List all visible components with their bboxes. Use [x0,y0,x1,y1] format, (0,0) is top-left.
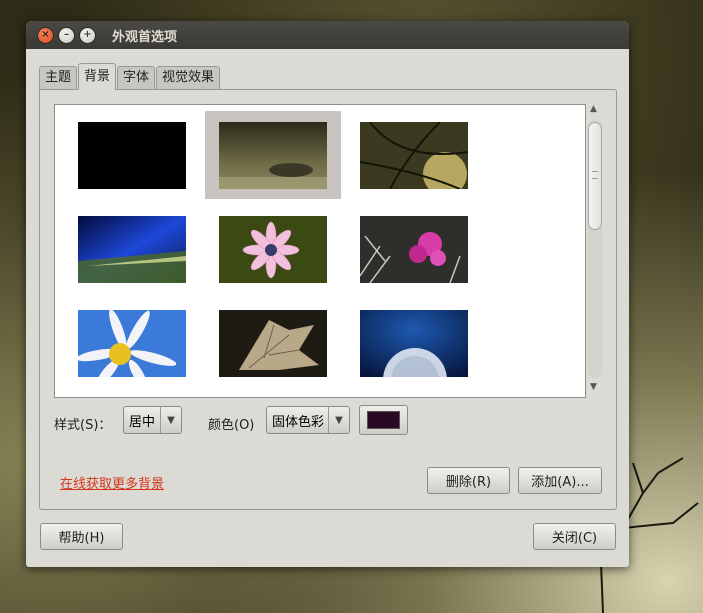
color-swatch [367,411,400,429]
delete-button[interactable]: 删除(R) [427,467,510,494]
chevron-down-icon: ▼ [160,407,181,433]
scroll-up-icon[interactable]: ▲ [590,104,597,114]
style-label: 样式(S)： [54,418,112,433]
tab-bar: 主题 背景 字体 视觉效果 [39,63,221,90]
style-value: 居中 [129,414,156,430]
thumbnail-cell[interactable] [346,205,482,293]
title-bar: × – + 外观首选项 [26,21,629,49]
chevron-down-icon: ▼ [328,407,349,433]
pink-daisy-wallpaper [219,215,327,283]
close-icon[interactable]: × [37,26,54,44]
gallery-scrollbar[interactable]: ▲ ▼ [587,104,603,396]
tab-background[interactable]: 背景 [78,63,117,90]
color-mode-combobox[interactable]: 固体色彩 ▼ [266,406,350,434]
thumbnail-cell[interactable] [346,299,482,387]
wallpaper-gallery[interactable] [54,104,586,398]
white-daisy-wallpaper [78,309,186,377]
thumbnail-cell[interactable] [205,299,341,387]
color-label: 颜色(O) [208,418,255,433]
color-picker-button[interactable] [359,405,408,435]
get-more-backgrounds-link[interactable]: 在线获取更多背景 [60,473,164,492]
grip-icon [592,171,598,179]
dandelion-wallpaper [360,309,468,377]
dewy-leaf-wallpaper [219,309,327,377]
magenta-flower-wallpaper [360,215,468,283]
background-panel: ▲ ▼ 样式(S)： 居中 ▼ 颜色(O) 固体色彩 ▼ 在线获取更多背景 删除… [39,89,617,510]
add-button[interactable]: 添加(A)... [518,467,602,494]
thumbnail-cell[interactable] [64,299,200,387]
close-button[interactable]: 关闭(C) [533,523,616,550]
help-button[interactable]: 帮助(H) [40,523,123,550]
thumbnail-cell-selected[interactable] [205,111,341,199]
dark-lake-clouds-wallpaper [219,121,327,189]
tab-fonts[interactable]: 字体 [117,66,156,90]
blue-light-streak-wallpaper [78,215,186,283]
thumbnail-cell[interactable] [64,205,200,293]
tree-branches-wallpaper [360,121,468,189]
thumbnail-cell[interactable] [64,111,200,199]
window-title: 外观首选项 [112,29,178,45]
maximize-icon[interactable]: + [79,26,96,44]
solid-black-wallpaper [78,121,186,189]
scroll-down-icon[interactable]: ▼ [590,382,597,392]
thumbnail-cell[interactable] [205,205,341,293]
appearance-preferences-window: × – + 外观首选项 主题 背景 字体 视觉效果 ▲ ▼ 样式(S)： 居中 … [26,21,629,567]
tab-theme[interactable]: 主题 [39,66,78,90]
style-combobox[interactable]: 居中 ▼ [123,406,182,434]
color-mode-value: 固体色彩 [272,414,325,430]
scrollbar-thumb[interactable] [588,122,602,230]
tab-visual-effects[interactable]: 视觉效果 [156,66,221,90]
thumbnail-cell[interactable] [346,111,482,199]
minimize-icon[interactable]: – [58,26,75,44]
